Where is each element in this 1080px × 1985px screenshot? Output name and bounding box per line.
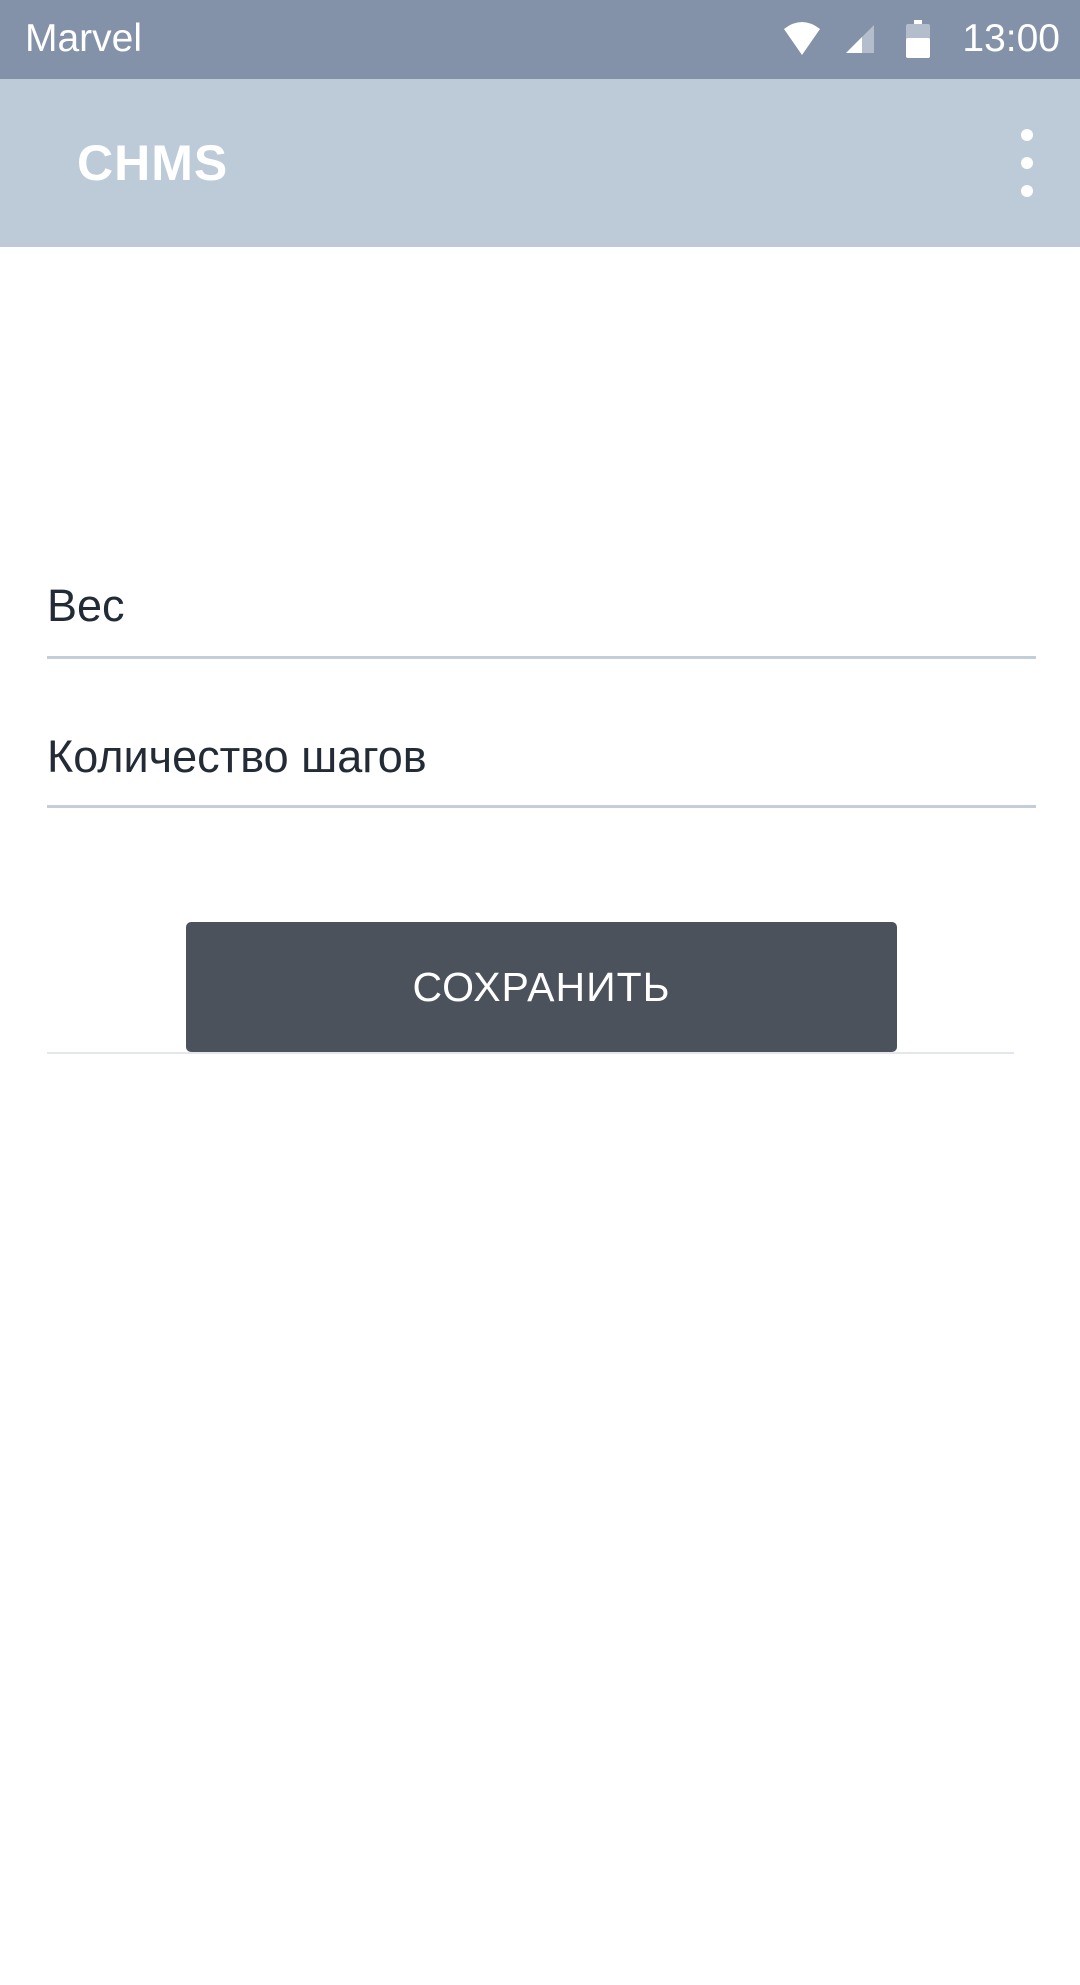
wifi-icon: [782, 21, 822, 57]
app-title: CHMS: [77, 135, 229, 191]
carrier-name: Marvel: [25, 17, 143, 60]
menu-dot: [1021, 185, 1033, 197]
divider: [47, 1052, 1014, 1054]
weight-field: [47, 576, 1036, 659]
more-vert-icon[interactable]: [1012, 129, 1042, 197]
status-icons: 13:00: [782, 14, 1060, 64]
status-bar: Marvel 13:00: [0, 0, 1080, 79]
steps-field: [47, 727, 1036, 808]
steps-input[interactable]: [47, 727, 1036, 787]
save-button[interactable]: СОХРАНИТЬ: [186, 922, 897, 1052]
menu-dot: [1021, 129, 1033, 141]
app-bar: CHMS: [0, 79, 1080, 247]
screen: Marvel 13:00 CHMS Вес Количество шагов С…: [0, 0, 1080, 1985]
battery-icon: [906, 20, 931, 58]
status-time: 13:00: [962, 17, 1060, 60]
menu-dot: [1021, 157, 1033, 169]
weight-input[interactable]: [47, 576, 1036, 636]
signal-icon: [844, 23, 876, 55]
